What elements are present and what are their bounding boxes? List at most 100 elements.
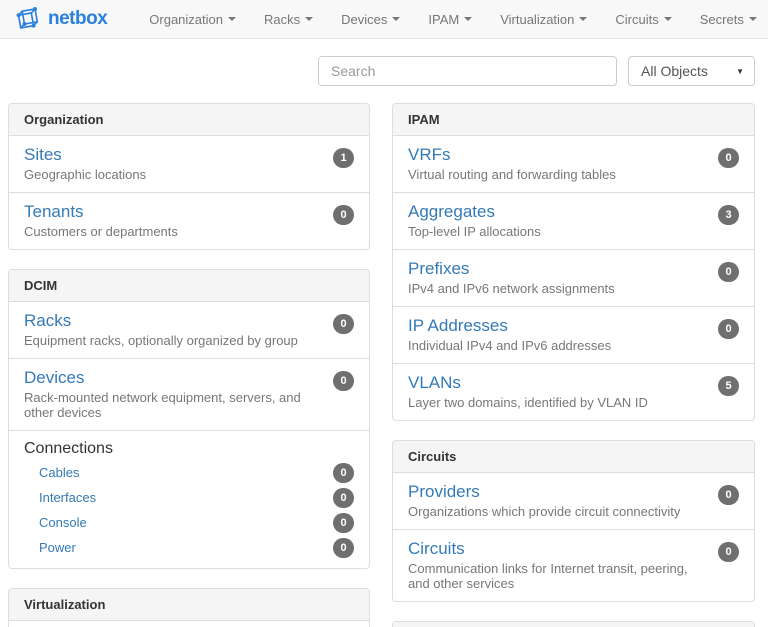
menu-circuits[interactable]: Circuits: [601, 0, 685, 39]
netbox-logo-icon: [15, 6, 41, 32]
vrfs-link[interactable]: VRFs: [408, 145, 451, 165]
panel-title: IPAM: [393, 104, 754, 136]
left-column: Organization Sites 1 Geographic location…: [8, 103, 370, 627]
list-item-devices: Devices 0 Rack-mounted network equipment…: [9, 358, 369, 430]
right-column: IPAM VRFs 0 Virtual routing and forwardi…: [392, 103, 755, 627]
item-description: Communication links for Internet transit…: [408, 561, 739, 591]
search-input[interactable]: [318, 56, 617, 86]
menu-label: Circuits: [615, 12, 658, 27]
list-item-providers: Providers 0 Organizations which provide …: [393, 473, 754, 529]
chevron-down-icon: [305, 17, 313, 21]
count-badge: 0: [333, 371, 354, 391]
panel-secrets: Secrets: [392, 621, 755, 627]
devices-link[interactable]: Devices: [24, 368, 84, 388]
dropdown-caret-icon: ▼: [736, 67, 744, 76]
power-link[interactable]: Power: [39, 540, 76, 555]
top-navbar: netbox Organization Racks Devices IPAM V…: [0, 0, 768, 39]
count-badge: 0: [718, 148, 739, 168]
connections-group: Connections Cables 0 Interfaces 0 Consol…: [9, 430, 369, 568]
count-badge: 0: [333, 538, 354, 558]
count-badge: 0: [333, 513, 354, 533]
menu-devices[interactable]: Devices: [327, 0, 414, 39]
menu-racks[interactable]: Racks: [250, 0, 327, 39]
item-description: Rack-mounted network equipment, servers,…: [24, 390, 354, 420]
menu-label: Organization: [149, 12, 223, 27]
list-item-interfaces: Interfaces 0: [9, 485, 369, 510]
panel-circuits: Circuits Providers 0 Organizations which…: [392, 440, 755, 602]
item-description: Organizations which provide circuit conn…: [408, 504, 739, 519]
panel-title: DCIM: [9, 270, 369, 302]
chevron-down-icon: [749, 17, 757, 21]
item-description: Layer two domains, identified by VLAN ID: [408, 395, 739, 410]
list-item-vrfs: VRFs 0 Virtual routing and forwarding ta…: [393, 136, 754, 192]
selected-scope: All Objects: [641, 63, 708, 79]
cables-link[interactable]: Cables: [39, 465, 79, 480]
object-type-select[interactable]: All Objects ▼: [628, 56, 755, 86]
sites-link[interactable]: Sites: [24, 145, 62, 165]
item-description: Individual IPv4 and IPv6 addresses: [408, 338, 739, 353]
menu-organization[interactable]: Organization: [135, 0, 250, 39]
menu-label: IPAM: [428, 12, 459, 27]
item-description: Geographic locations: [24, 167, 354, 182]
menu-secrets[interactable]: Secrets: [686, 0, 768, 39]
tenants-link[interactable]: Tenants: [24, 202, 84, 222]
list-item-prefixes: Prefixes 0 IPv4 and IPv6 network assignm…: [393, 249, 754, 306]
chevron-down-icon: [464, 17, 472, 21]
chevron-down-icon: [664, 17, 672, 21]
list-item-racks: Racks 0 Equipment racks, optionally orga…: [9, 302, 369, 358]
panel-title: Circuits: [393, 441, 754, 473]
vlans-link[interactable]: VLANs: [408, 373, 461, 393]
item-description: Customers or departments: [24, 224, 354, 239]
console-link[interactable]: Console: [39, 515, 87, 530]
aggregates-link[interactable]: Aggregates: [408, 202, 495, 222]
item-description: Virtual routing and forwarding tables: [408, 167, 739, 182]
count-badge: 3: [718, 205, 739, 225]
providers-link[interactable]: Providers: [408, 482, 480, 502]
menu-ipam[interactable]: IPAM: [414, 0, 486, 39]
panel-organization: Organization Sites 1 Geographic location…: [8, 103, 370, 250]
panel-dcim: DCIM Racks 0 Equipment racks, optionally…: [8, 269, 370, 569]
chevron-down-icon: [579, 17, 587, 21]
count-badge: 0: [718, 262, 739, 282]
menu-label: Virtualization: [500, 12, 574, 27]
list-item-circuits: Circuits 0 Communication links for Inter…: [393, 529, 754, 601]
connections-heading: Connections: [9, 440, 369, 460]
item-description: Top-level IP allocations: [408, 224, 739, 239]
count-badge: 0: [333, 314, 354, 334]
list-item-power: Power 0: [9, 535, 369, 560]
search-bar: All Objects ▼: [0, 56, 768, 86]
menu-label: Secrets: [700, 12, 744, 27]
panel-title: Virtualization: [9, 589, 369, 621]
prefixes-link[interactable]: Prefixes: [408, 259, 469, 279]
list-item-vlans: VLANs 5 Layer two domains, identified by…: [393, 363, 754, 420]
count-badge: 0: [333, 205, 354, 225]
ip-addresses-link[interactable]: IP Addresses: [408, 316, 508, 336]
list-item-tenants: Tenants 0 Customers or departments: [9, 192, 369, 249]
list-item-sites: Sites 1 Geographic locations: [9, 136, 369, 192]
item-description: IPv4 and IPv6 network assignments: [408, 281, 739, 296]
count-badge: 1: [333, 148, 354, 168]
list-item-cables: Cables 0: [9, 460, 369, 485]
count-badge: 5: [718, 376, 739, 396]
panel-title: Secrets: [393, 622, 754, 627]
panel-ipam: IPAM VRFs 0 Virtual routing and forwardi…: [392, 103, 755, 421]
racks-link[interactable]: Racks: [24, 311, 71, 331]
netbox-brand[interactable]: netbox: [15, 6, 107, 32]
menu-label: Racks: [264, 12, 300, 27]
circuits-link[interactable]: Circuits: [408, 539, 465, 559]
menu-virtualization[interactable]: Virtualization: [486, 0, 601, 39]
chevron-down-icon: [228, 17, 236, 21]
item-description: Equipment racks, optionally organized by…: [24, 333, 354, 348]
list-item-clusters: Clusters 3: [9, 621, 369, 627]
count-badge: 0: [718, 485, 739, 505]
dashboard: Organization Sites 1 Geographic location…: [0, 86, 768, 627]
count-badge: 0: [718, 542, 739, 562]
list-item-aggregates: Aggregates 3 Top-level IP allocations: [393, 192, 754, 249]
main-menu: Organization Racks Devices IPAM Virtuali…: [135, 0, 768, 39]
chevron-down-icon: [392, 17, 400, 21]
list-item-ip-addresses: IP Addresses 0 Individual IPv4 and IPv6 …: [393, 306, 754, 363]
count-badge: 0: [333, 488, 354, 508]
interfaces-link[interactable]: Interfaces: [39, 490, 96, 505]
list-item-console: Console 0: [9, 510, 369, 535]
count-badge: 0: [718, 319, 739, 339]
